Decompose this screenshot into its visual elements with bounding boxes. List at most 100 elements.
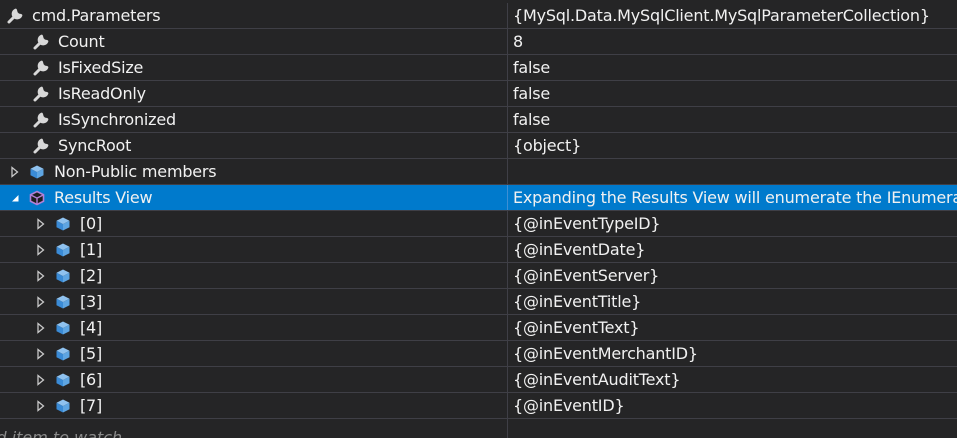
watch-row-item-0[interactable]: [0] {@inEventTypeID} [0,211,957,237]
row-name: Results View [54,188,153,207]
row-name: Count [58,32,105,51]
object-icon [54,293,72,311]
watch-row-item-5[interactable]: [5] {@inEventMerchantID} [0,341,957,367]
wrench-icon [32,111,50,129]
name-cell: Count [0,29,508,54]
value-cell[interactable]: false [508,107,957,132]
wrench-icon [32,33,50,51]
row-name: [7] [80,396,103,415]
add-watch-row[interactable]: ld item to watch [0,419,957,438]
watch-row-results-view[interactable]: Results View Expanding the Results View … [0,185,957,211]
value-cell[interactable]: {@inEventAuditText} [508,367,957,392]
row-value: {@inEventAuditText} [513,370,681,389]
row-name: IsSynchronized [58,110,176,129]
row-value: {@inEventServer} [513,266,660,285]
row-name: cmd.Parameters [32,6,161,25]
value-cell[interactable]: {MySql.Data.MySqlClient.MySqlParameterCo… [508,3,957,28]
watch-row-non-public-members[interactable]: Non-Public members [0,159,957,185]
row-value: {object} [513,136,582,155]
object-icon [54,267,72,285]
row-value: 8 [513,32,523,51]
row-name: Non-Public members [54,162,217,181]
row-name: [6] [80,370,103,389]
add-watch-input[interactable]: ld item to watch [0,419,508,438]
results-view-icon [28,189,46,207]
name-cell: [7] [0,393,508,418]
row-value: Expanding the Results View will enumerat… [513,188,957,207]
name-cell: [2] [0,263,508,288]
watch-row-isfixedsize[interactable]: IsFixedSize false [0,55,957,81]
object-icon [54,345,72,363]
expand-arrow-icon[interactable] [34,295,48,309]
row-value: {@inEventTypeID} [513,214,661,233]
watch-row-item-7[interactable]: [7] {@inEventID} [0,393,957,419]
value-cell[interactable]: {@inEventText} [508,315,957,340]
row-name: [0] [80,214,103,233]
watch-row-isreadonly[interactable]: IsReadOnly false [0,81,957,107]
name-cell: [3] [0,289,508,314]
expand-arrow-icon[interactable] [34,373,48,387]
wrench-icon [32,85,50,103]
value-cell[interactable]: {@inEventDate} [508,237,957,262]
expand-arrow-icon[interactable] [34,347,48,361]
object-icon [54,319,72,337]
value-cell[interactable] [508,159,957,184]
value-cell[interactable]: Expanding the Results View will enumerat… [508,185,957,210]
watch-row-item-3[interactable]: [3] {@inEventTitle} [0,289,957,315]
row-name: SyncRoot [58,136,132,155]
expand-arrow-icon[interactable] [34,399,48,413]
watch-row-item-6[interactable]: [6] {@inEventAuditText} [0,367,957,393]
row-name: IsReadOnly [58,84,146,103]
name-cell: IsFixedSize [0,55,508,80]
name-cell: [6] [0,367,508,392]
wrench-icon [6,7,24,25]
row-name: [1] [80,240,103,259]
value-cell[interactable]: {@inEventID} [508,393,957,418]
expand-arrow-icon[interactable] [34,217,48,231]
row-value: {@inEventID} [513,396,625,415]
name-cell: SyncRoot [0,133,508,158]
name-cell: IsSynchronized [0,107,508,132]
name-cell: [1] [0,237,508,262]
row-value: {MySql.Data.MySqlClient.MySqlParameterCo… [513,6,930,25]
name-cell: Non-Public members [0,159,508,184]
expand-arrow-icon[interactable] [34,269,48,283]
value-cell[interactable]: 8 [508,29,957,54]
value-cell[interactable]: {object} [508,133,957,158]
value-cell[interactable]: false [508,81,957,106]
watch-row-item-1[interactable]: [1] {@inEventDate} [0,237,957,263]
row-name: [4] [80,318,103,337]
watch-row-issynchronized[interactable]: IsSynchronized false [0,107,957,133]
watch-row-item-2[interactable]: [2] {@inEventServer} [0,263,957,289]
value-cell[interactable]: {@inEventServer} [508,263,957,288]
object-icon [54,215,72,233]
watch-row-count[interactable]: Count 8 [0,29,957,55]
row-value: {@inEventMerchantID} [513,344,698,363]
wrench-icon [32,59,50,77]
expand-arrow-icon[interactable] [8,165,22,179]
object-icon [28,163,46,181]
row-name: [2] [80,266,103,285]
name-cell: Results View [0,185,508,210]
wrench-icon [32,137,50,155]
collapse-arrow-icon[interactable] [8,191,22,205]
watch-row-cmd-parameters[interactable]: cmd.Parameters {MySql.Data.MySqlClient.M… [0,3,957,29]
expand-arrow-icon[interactable] [34,321,48,335]
value-cell[interactable]: {@inEventTypeID} [508,211,957,236]
name-cell: [4] [0,315,508,340]
row-value: {@inEventTitle} [513,292,642,311]
object-icon [54,241,72,259]
watch-row-syncroot[interactable]: SyncRoot {object} [0,133,957,159]
object-icon [54,397,72,415]
value-cell[interactable]: false [508,55,957,80]
expand-arrow-icon[interactable] [34,243,48,257]
row-value: false [513,84,551,103]
watch-row-item-4[interactable]: [4] {@inEventText} [0,315,957,341]
name-cell: [5] [0,341,508,366]
row-name: [3] [80,292,103,311]
row-name: IsFixedSize [58,58,144,77]
value-cell[interactable]: {@inEventMerchantID} [508,341,957,366]
watch-window: cmd.Parameters {MySql.Data.MySqlClient.M… [0,3,957,438]
row-value: {@inEventDate} [513,240,646,259]
value-cell[interactable]: {@inEventTitle} [508,289,957,314]
